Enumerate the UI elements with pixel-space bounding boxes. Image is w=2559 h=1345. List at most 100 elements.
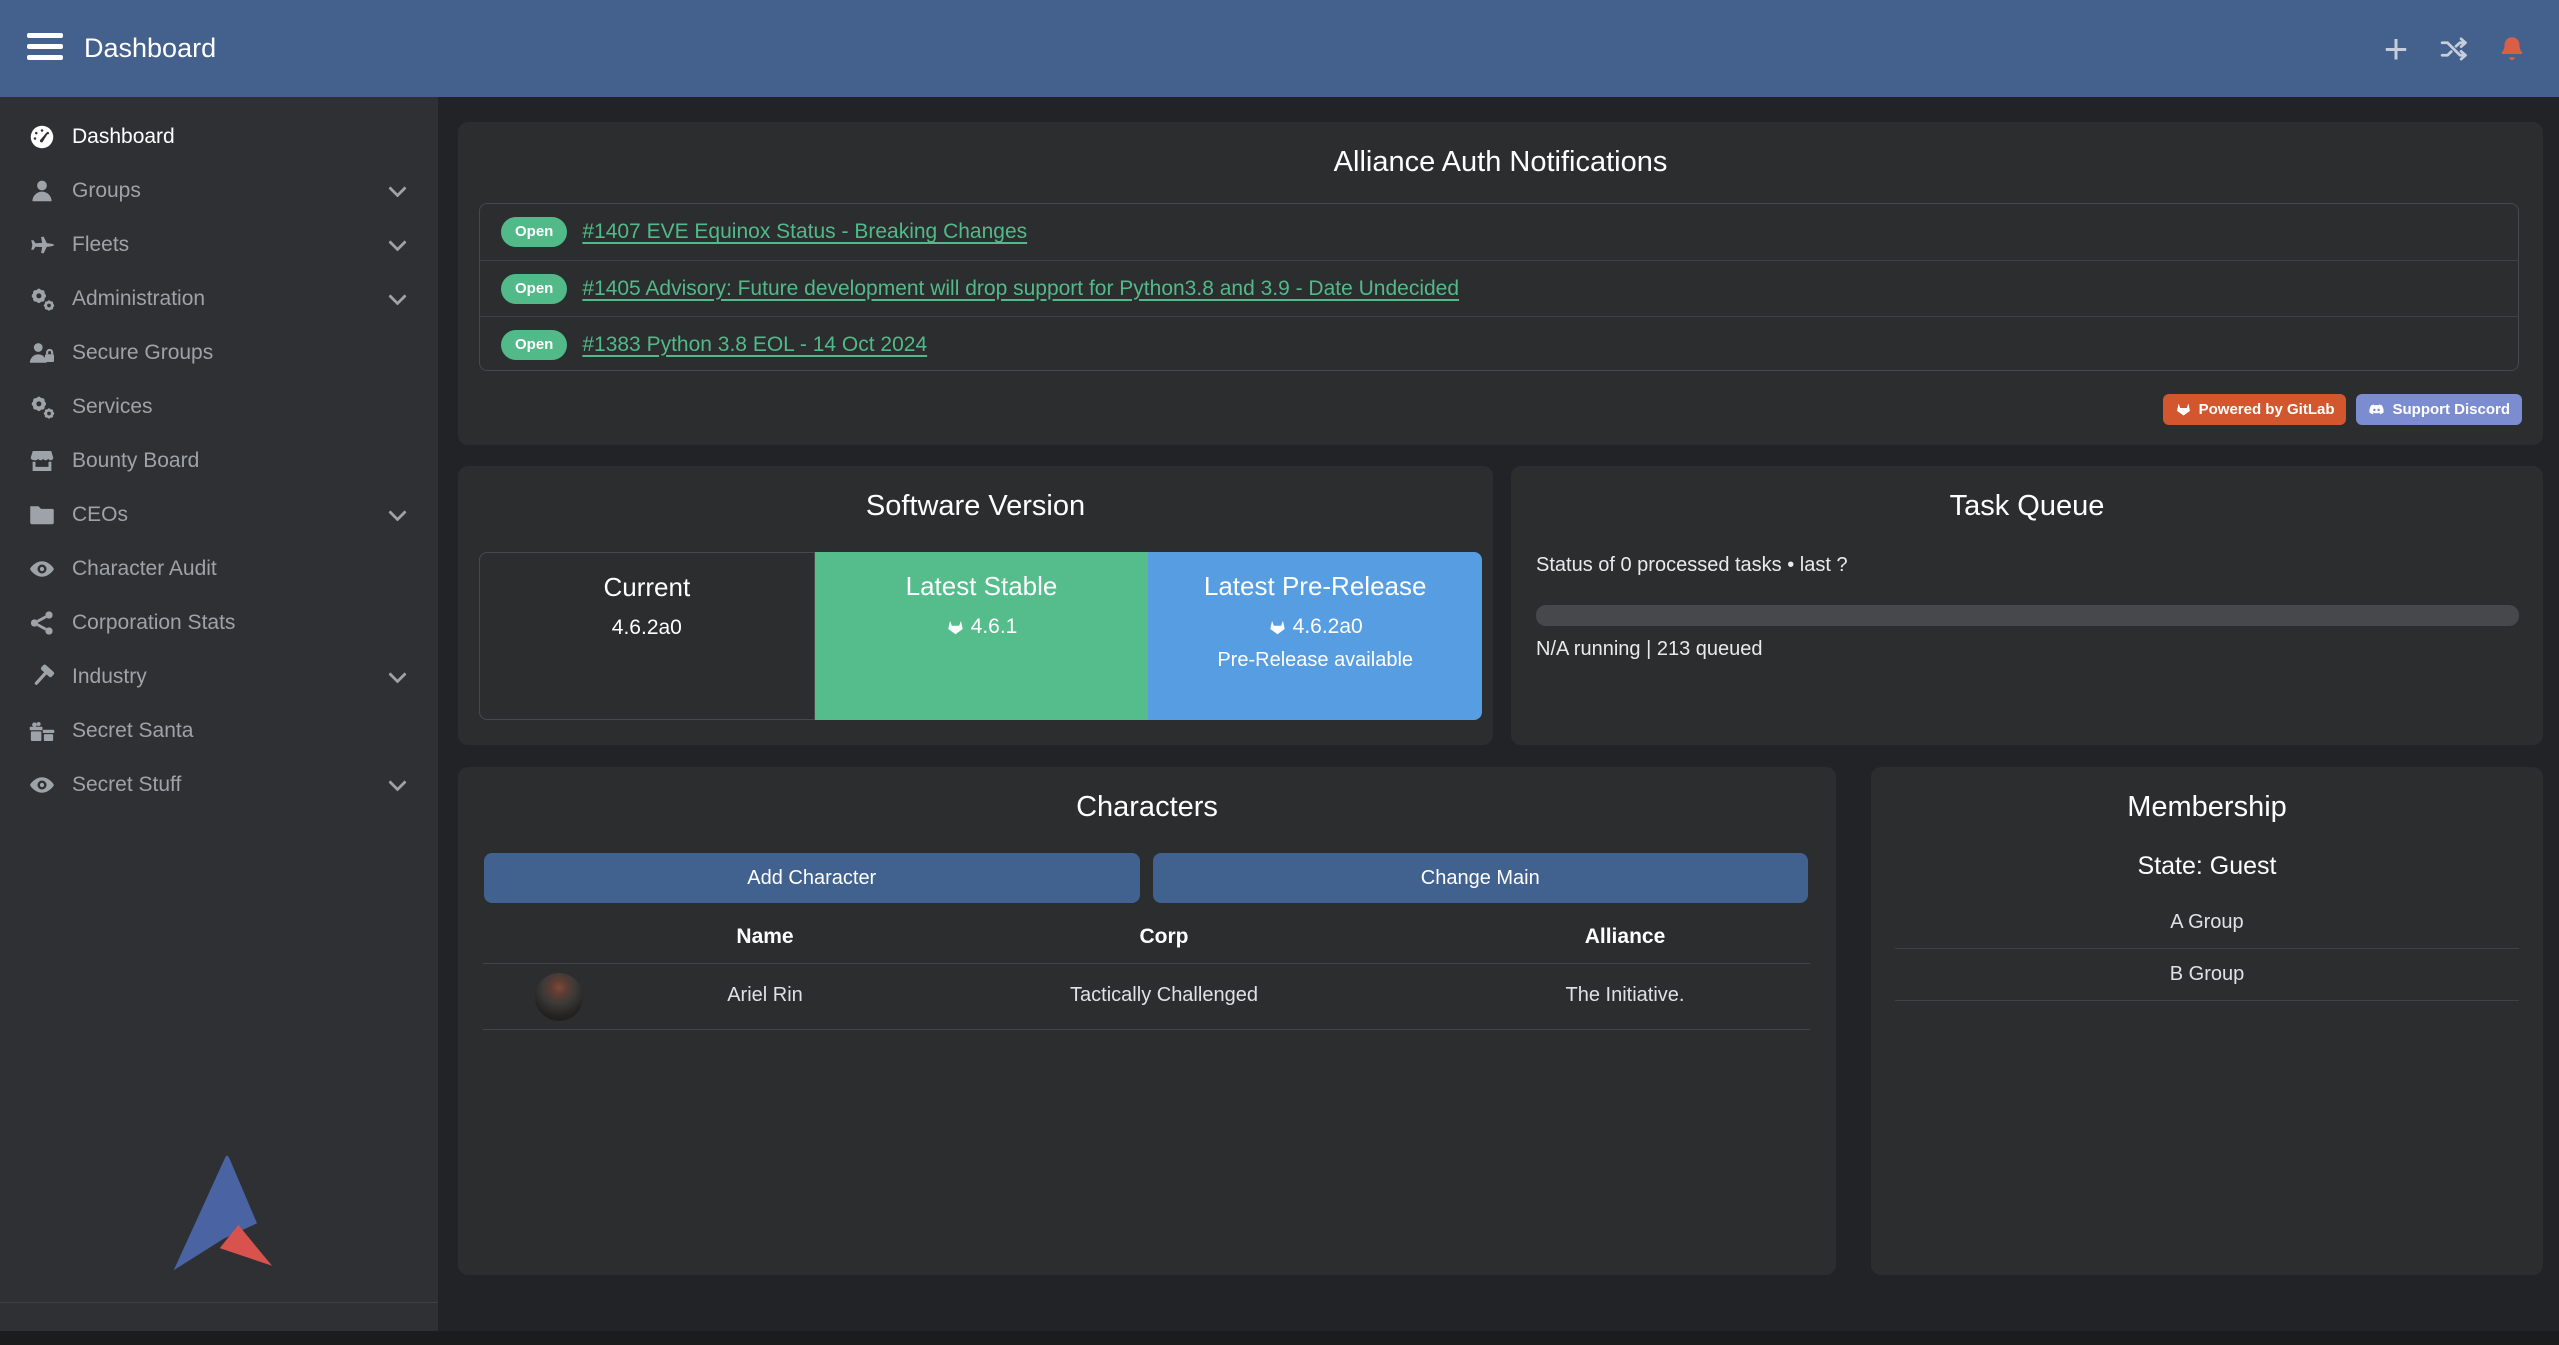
software-version-title: Software Version bbox=[458, 490, 1493, 523]
chevron-down-icon bbox=[388, 287, 406, 305]
task-queue-panel: Task Queue Status of 0 processed tasks •… bbox=[1511, 466, 2543, 745]
sidebar-item-industry[interactable]: Industry bbox=[0, 650, 438, 704]
notifications-title: Alliance Auth Notifications bbox=[458, 146, 2543, 179]
gears-icon bbox=[27, 392, 61, 422]
column-header-name: Name bbox=[736, 925, 793, 949]
sidebar-item-label: Administration bbox=[72, 287, 205, 311]
notifications-panel: Alliance Auth Notifications Open #1407 E… bbox=[458, 122, 2543, 445]
sidebar-item-label: Fleets bbox=[72, 233, 129, 257]
badge-label: Support Discord bbox=[2392, 401, 2510, 418]
sidebar-item-services[interactable]: Services bbox=[0, 380, 438, 434]
gears-icon bbox=[27, 284, 61, 314]
version-header: Latest Pre-Release bbox=[1204, 571, 1427, 602]
sidebar-item-ceos[interactable]: CEOs bbox=[0, 488, 438, 542]
gauge-icon bbox=[27, 122, 61, 152]
version-cell-current: Current 4.6.2a0 bbox=[479, 552, 815, 720]
task-progress-bar bbox=[1536, 605, 2519, 626]
cell-character-corp: Tactically Challenged bbox=[1070, 984, 1258, 1007]
column-header-alliance: Alliance bbox=[1585, 925, 1666, 949]
sidebar-item-secure-groups[interactable]: Secure Groups bbox=[0, 326, 438, 380]
sidebar-item-character-audit[interactable]: Character Audit bbox=[0, 542, 438, 596]
gifts-icon bbox=[27, 716, 61, 746]
sidebar-item-dashboard[interactable]: Dashboard bbox=[0, 110, 438, 164]
cell-character-alliance: The Initiative. bbox=[1566, 984, 1685, 1007]
list-item: B Group bbox=[1895, 949, 2519, 1001]
footer-badges: Powered by GitLab Support Discord bbox=[2163, 394, 2522, 425]
topbar: Dashboard + bbox=[0, 0, 2559, 97]
sidebar-item-administration[interactable]: Administration bbox=[0, 272, 438, 326]
version-table: Current 4.6.2a0 Latest Stable 4.6.1 Late… bbox=[479, 552, 1482, 720]
sidebar-item-label: Services bbox=[72, 395, 153, 419]
table-row: Ariel Rin Tactically Challenged The Init… bbox=[483, 964, 1810, 1030]
chevron-down-icon bbox=[388, 503, 406, 521]
discord-icon bbox=[2368, 401, 2385, 418]
store-icon bbox=[27, 446, 61, 476]
shuffle-icon[interactable] bbox=[2437, 32, 2471, 66]
eye-icon bbox=[27, 554, 61, 584]
page-title: Dashboard bbox=[84, 0, 216, 97]
hamburger-icon[interactable] bbox=[27, 33, 63, 63]
characters-panel: Characters Add Character Change Main Nam… bbox=[458, 767, 1836, 1275]
change-main-button[interactable]: Change Main bbox=[1153, 853, 1809, 903]
user-icon bbox=[27, 176, 61, 206]
bottom-strip bbox=[0, 1331, 2559, 1345]
sidebar-item-label: Dashboard bbox=[72, 125, 175, 149]
version-cell-stable: Latest Stable 4.6.1 bbox=[815, 552, 1149, 720]
characters-actions: Add Character Change Main bbox=[484, 853, 1808, 903]
fighter-jet-icon bbox=[27, 230, 61, 260]
sidebar-item-label: Groups bbox=[72, 179, 141, 203]
cell-character-name: Ariel Rin bbox=[727, 984, 803, 1007]
eye-icon bbox=[27, 770, 61, 800]
version-header: Latest Stable bbox=[906, 571, 1058, 602]
sidebar-item-label: Bounty Board bbox=[72, 449, 199, 473]
badge-label: Powered by GitLab bbox=[2199, 401, 2335, 418]
hammer-icon bbox=[27, 662, 61, 692]
characters-title: Characters bbox=[458, 791, 1836, 824]
notifications-list: Open #1407 EVE Equinox Status - Breaking… bbox=[479, 203, 2519, 371]
sidebar-item-corporation-stats[interactable]: Corporation Stats bbox=[0, 596, 438, 650]
sidebar-item-groups[interactable]: Groups bbox=[0, 164, 438, 218]
sidebar-item-bounty-board[interactable]: Bounty Board bbox=[0, 434, 438, 488]
sidebar-item-fleets[interactable]: Fleets bbox=[0, 218, 438, 272]
version-value: 4.6.2a0 bbox=[1293, 615, 1363, 639]
bell-icon[interactable] bbox=[2495, 32, 2529, 66]
add-character-button[interactable]: Add Character bbox=[484, 853, 1140, 903]
sidebar-item-label: CEOs bbox=[72, 503, 128, 527]
notification-row: Open #1405 Advisory: Future development … bbox=[480, 260, 2518, 316]
discord-badge[interactable]: Support Discord bbox=[2356, 394, 2522, 425]
sidebar-nav: Dashboard Groups Fleets Ad bbox=[0, 110, 438, 812]
sidebar-item-secret-santa[interactable]: Secret Santa bbox=[0, 704, 438, 758]
task-queue-text: N/A running | 213 queued bbox=[1536, 638, 1762, 661]
gitlab-icon bbox=[1268, 618, 1287, 637]
character-avatar bbox=[535, 973, 583, 1021]
membership-state: State: Guest bbox=[1871, 852, 2543, 881]
membership-groups-list: A Group B Group bbox=[1895, 897, 2519, 1001]
chevron-down-icon bbox=[388, 179, 406, 197]
status-badge: Open bbox=[501, 274, 567, 304]
share-icon bbox=[27, 608, 61, 638]
version-cell-prerelease: Latest Pre-Release 4.6.2a0 Pre-Release a… bbox=[1148, 552, 1482, 720]
gitlab-icon bbox=[946, 618, 965, 637]
sidebar-item-label: Secret Santa bbox=[72, 719, 193, 743]
notification-link[interactable]: #1383 Python 3.8 EOL - 14 Oct 2024 bbox=[582, 333, 927, 357]
alliance-auth-dashboard: Dashboard + bbox=[0, 0, 2559, 1345]
gitlab-badge[interactable]: Powered by GitLab bbox=[2163, 394, 2347, 425]
chevron-down-icon bbox=[388, 233, 406, 251]
plus-icon[interactable]: + bbox=[2379, 32, 2413, 66]
status-badge: Open bbox=[501, 330, 567, 360]
sidebar-item-label: Industry bbox=[72, 665, 147, 689]
sidebar-item-label: Character Audit bbox=[72, 557, 217, 581]
version-note: Pre-Release available bbox=[1217, 649, 1413, 672]
version-value: 4.6.1 bbox=[971, 615, 1018, 639]
notification-row: Open #1383 Python 3.8 EOL - 14 Oct 2024 bbox=[480, 316, 2518, 372]
user-lock-icon bbox=[27, 338, 61, 368]
sidebar-item-secret-stuff[interactable]: Secret Stuff bbox=[0, 758, 438, 812]
version-value: 4.6.2a0 bbox=[612, 616, 682, 640]
chevron-down-icon bbox=[388, 665, 406, 683]
folder-icon bbox=[27, 500, 61, 530]
sidebar-item-label: Secure Groups bbox=[72, 341, 213, 365]
alliance-auth-logo bbox=[156, 1139, 280, 1281]
notification-link[interactable]: #1405 Advisory: Future development will … bbox=[582, 277, 1459, 301]
list-item: A Group bbox=[1895, 897, 2519, 949]
notification-link[interactable]: #1407 EVE Equinox Status - Breaking Chan… bbox=[582, 220, 1027, 244]
